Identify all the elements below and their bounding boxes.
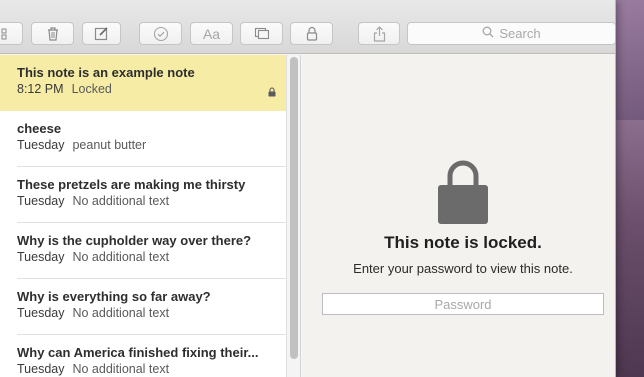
note-item[interactable]: Why is the cupholder way over there? Tue… bbox=[0, 223, 286, 279]
note-preview: peanut butter bbox=[72, 138, 147, 152]
note-meta: 8:12 PM Locked bbox=[17, 82, 112, 96]
note-preview: No additional text bbox=[72, 250, 170, 264]
search-field[interactable]: Search bbox=[407, 22, 615, 45]
sidebar-toggle-button[interactable] bbox=[0, 22, 23, 45]
note-title: cheese bbox=[17, 121, 62, 136]
toolbar: Aa Search bbox=[0, 0, 615, 54]
share-icon bbox=[373, 25, 386, 42]
note-preview: No additional text bbox=[72, 306, 170, 320]
attachments-button[interactable] bbox=[240, 22, 283, 45]
lock-icon bbox=[306, 26, 318, 41]
note-meta: Tuesday peanut butter bbox=[17, 138, 146, 152]
notes-window: Aa Search This note is an example note 8… bbox=[0, 0, 616, 377]
note-date: Tuesday bbox=[17, 194, 65, 208]
compose-icon bbox=[94, 26, 109, 41]
note-title: Why can America finished fixing their... bbox=[17, 345, 259, 360]
note-item[interactable]: These pretzels are making me thirsty Tue… bbox=[0, 167, 286, 223]
lock-icon bbox=[437, 157, 489, 230]
notes-list-scrollbar[interactable] bbox=[286, 55, 301, 377]
note-title: These pretzels are making me thirsty bbox=[17, 177, 246, 192]
note-item-selected[interactable]: This note is an example note 8:12 PM Lock… bbox=[0, 55, 286, 111]
note-content-area: This note is locked. Enter your password… bbox=[302, 55, 615, 377]
format-button[interactable]: Aa bbox=[190, 22, 233, 45]
checklist-icon bbox=[153, 26, 169, 42]
note-title: This note is an example note bbox=[17, 65, 195, 80]
search-icon bbox=[482, 26, 494, 41]
search-placeholder: Search bbox=[499, 26, 541, 41]
lock-button[interactable] bbox=[290, 22, 333, 45]
note-item[interactable]: Why is everything so far away? Tuesday No… bbox=[0, 279, 286, 335]
password-field[interactable] bbox=[322, 293, 604, 315]
note-date: Tuesday bbox=[17, 138, 65, 152]
note-date: Tuesday bbox=[17, 250, 65, 264]
compose-button[interactable] bbox=[82, 22, 121, 45]
note-item[interactable]: Why can America finished fixing their...… bbox=[0, 335, 286, 377]
note-meta: Tuesday No additional text bbox=[17, 250, 169, 264]
share-button[interactable] bbox=[358, 22, 400, 45]
scrollbar-thumb[interactable] bbox=[290, 57, 298, 359]
sidebar-icon bbox=[1, 28, 13, 40]
locked-note-icon bbox=[268, 84, 276, 102]
locked-note-title: This note is locked. bbox=[384, 233, 542, 252]
note-meta: Tuesday No additional text bbox=[17, 362, 169, 376]
note-meta: Tuesday No additional text bbox=[17, 306, 169, 320]
note-date: 8:12 PM bbox=[17, 82, 64, 96]
note-item[interactable]: cheese Tuesday peanut butter bbox=[0, 111, 286, 167]
notes-list: This note is an example note 8:12 PM Lock… bbox=[0, 55, 286, 377]
attachment-icon bbox=[254, 27, 270, 40]
note-preview: No additional text bbox=[72, 194, 170, 208]
note-date: Tuesday bbox=[17, 362, 65, 376]
note-preview: No additional text bbox=[72, 362, 170, 376]
note-meta: Tuesday No additional text bbox=[17, 194, 169, 208]
font-icon: Aa bbox=[202, 25, 221, 42]
trash-icon bbox=[46, 26, 60, 41]
note-preview: Locked bbox=[71, 82, 112, 96]
note-title: Why is the cupholder way over there? bbox=[17, 233, 252, 248]
locked-note-instructions: Enter your password to view this note. bbox=[353, 261, 573, 276]
note-title: Why is everything so far away? bbox=[17, 289, 211, 304]
delete-button[interactable] bbox=[31, 22, 74, 45]
checklist-button[interactable] bbox=[139, 22, 182, 45]
note-date: Tuesday bbox=[17, 306, 65, 320]
